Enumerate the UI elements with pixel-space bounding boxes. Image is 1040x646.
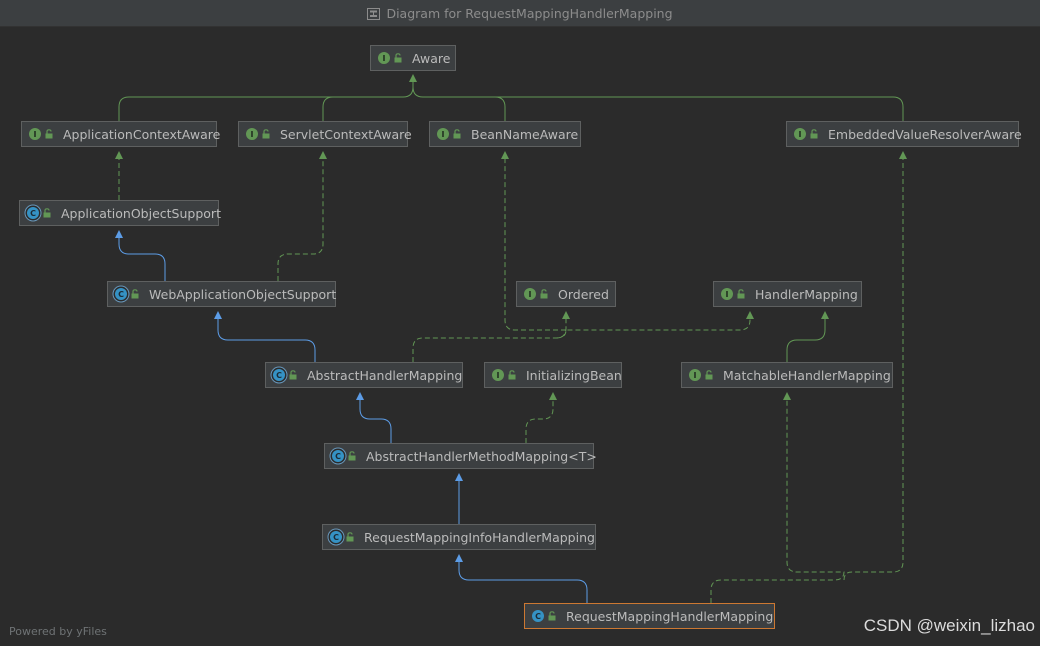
interface-icon: I [524,288,536,300]
public-lock-icon [348,451,356,461]
edge-abshmm-initbean [525,392,557,443]
public-lock-icon [453,129,461,139]
csdn-watermark: CSDN @weixin_lizhao [863,616,1035,635]
node-initializing-bean[interactable]: I InitializingBean [484,362,622,388]
node-request-mapping-handler-mapping[interactable]: C RequestMappingHandlerMapping [524,603,775,629]
node-application-object-support[interactable]: C ApplicationObjectSupport [19,200,221,226]
node-application-context-aware[interactable]: I ApplicationContextAware [21,121,221,147]
public-lock-icon [45,129,53,139]
public-lock-icon [394,53,402,63]
public-lock-icon [346,532,354,542]
public-lock-icon [289,370,297,380]
node-label: BeanNameAware [471,126,579,142]
public-lock-icon [705,370,713,380]
edge-rmhm-rmihm [455,554,588,603]
node-abstract-handler-method-mapping[interactable]: C AbstractHandlerMethodMapping<T> [324,443,597,469]
edge-abshm-handlermapping [555,311,754,339]
abstract-class-icon: C [273,369,285,381]
public-lock-icon [548,611,556,621]
class-icon: C [532,610,544,622]
node-label: RequestMappingInfoHandlerMapping [364,529,595,545]
node-abstract-handler-mapping[interactable]: C AbstractHandlerMapping [265,362,463,388]
node-label: RequestMappingHandlerMapping [566,608,774,624]
node-bean-name-aware[interactable]: I BeanNameAware [429,121,581,147]
edge-webappobj-appobj [115,230,166,281]
abstract-class-icon: C [330,531,342,543]
abstract-class-icon: C [27,207,39,219]
node-label: Ordered [558,286,609,302]
edge-matchable-handlermapping [786,311,829,362]
edge-embedded-aware [423,96,904,121]
node-embedded-value-resolver-aware[interactable]: I EmbeddedValueResolverAware [786,121,1022,147]
public-lock-icon [810,129,818,139]
interface-icon: I [794,128,806,140]
edge-webappobj-servletctx [277,151,327,281]
node-servlet-context-aware[interactable]: I ServletContextAware [238,121,412,147]
edge-rmhm-matchable [710,392,845,603]
node-label: WebApplicationObjectSupport [149,286,337,302]
edge-servletctx-aware [322,96,403,121]
public-lock-icon [737,289,745,299]
node-web-application-object-support[interactable]: C WebApplicationObjectSupport [107,281,336,307]
powered-by-footer: Powered by yFiles [9,625,107,638]
abstract-class-icon: C [115,288,127,300]
node-matchable-handler-mapping[interactable]: I MatchableHandlerMapping [681,362,893,388]
public-lock-icon [131,289,139,299]
abstract-class-icon: C [332,450,344,462]
node-label: HandlerMapping [755,286,858,302]
node-label: MatchableHandlerMapping [723,367,891,383]
public-lock-icon [262,129,270,139]
interface-icon: I [29,128,41,140]
node-label: Aware [412,50,451,66]
node-handler-mapping[interactable]: I HandlerMapping [713,281,862,307]
edge-abshmm-abshm [356,392,392,443]
interface-icon: I [437,128,449,140]
edge-beanname-aware [412,86,506,121]
public-lock-icon [508,370,516,380]
node-label: AbstractHandlerMethodMapping<T> [366,448,597,464]
interface-icon: I [689,369,701,381]
interface-icon: I [246,128,258,140]
edge-appctx-aware [118,74,417,121]
public-lock-icon [540,289,548,299]
node-label: ApplicationObjectSupport [61,205,221,221]
node-label: InitializingBean [526,367,622,383]
edge-abshm-webappobj [214,311,316,362]
interface-icon: I [721,288,733,300]
public-lock-icon [43,208,51,218]
interface-icon: I [378,52,390,64]
edge-abshm-ordered [412,311,570,362]
interface-icon: I [492,369,504,381]
node-label: AbstractHandlerMapping [307,367,463,383]
node-request-mapping-info-handler-mapping[interactable]: C RequestMappingInfoHandlerMapping [322,524,596,550]
node-label: ApplicationContextAware [63,126,221,142]
node-label: EmbeddedValueResolverAware [828,126,1022,142]
node-aware[interactable]: I Aware [370,45,456,71]
node-label: ServletContextAware [280,126,412,142]
node-ordered[interactable]: I Ordered [516,281,616,307]
